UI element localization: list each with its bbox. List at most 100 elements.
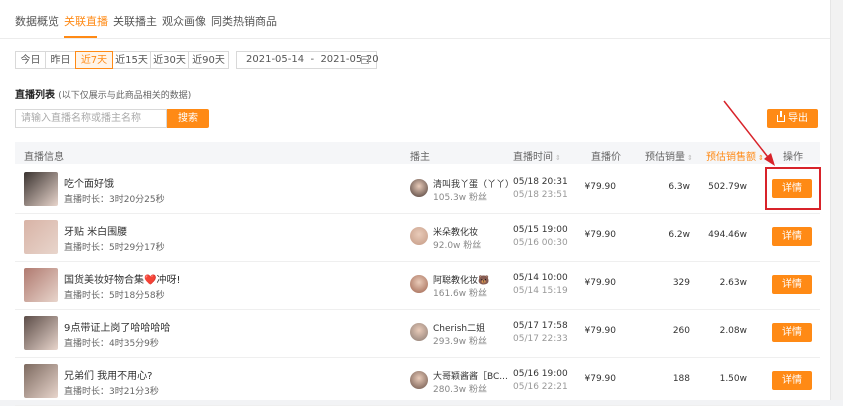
header-gmv[interactable]: 预估销售额 ⇕ [706,148,764,163]
anchor-name[interactable]: 清叫我丫蛋（丫丫） [433,177,514,190]
table-row[interactable]: 牙贴 米白围腰 直播时长：5时29分17秒 米朵教化妆 92.0w 粉丝 05/15 1… [15,213,820,262]
live-start-time: 05/14 10:00 [513,273,568,283]
tab-related-anchors[interactable]: 关联播主 [113,13,157,29]
date-yesterday-button[interactable]: 昨日 [45,51,76,69]
active-tab-indicator [64,36,97,38]
table-row[interactable]: 兄弟们 我用不用心? 直播时长：3时21分3秒 大哥颖酱酱［BC... 280.3w … [15,357,820,406]
sort-desc-icon: ⇕ [758,154,764,162]
live-title[interactable]: 兄弟们 我用不用心? [64,367,153,382]
live-duration: 直播时长：4时35分9秒 [64,339,159,349]
anchor-name[interactable]: 大哥颖酱酱［BC... [433,369,508,382]
header-price: 直播价 [591,152,621,163]
tab-audience[interactable]: 观众画像 [162,13,206,29]
header-gmv-label: 预估销售额 [706,152,756,163]
anchor-avatar[interactable] [410,371,428,389]
anchor-fans: 105.3w 粉丝 [433,193,487,203]
detail-button[interactable]: 详情 [772,323,812,342]
header-sales[interactable]: 预估销量 ⇕ [645,148,693,163]
detail-button[interactable]: 详情 [772,275,812,294]
estimated-sales: 6.3w [668,182,690,192]
live-thumbnail[interactable] [24,364,58,398]
anchor-avatar[interactable] [410,323,428,341]
live-start-time: 05/17 17:58 [513,321,568,331]
live-price: ¥79.90 [584,182,617,192]
estimated-gmv: 1.50w [719,374,747,384]
sort-icon: ⇕ [687,154,693,162]
live-price: ¥79.90 [584,230,617,240]
header-live-time[interactable]: 直播时间 ⇕ [513,148,561,163]
header-anchor: 播主 [410,152,430,163]
tab-similar-products[interactable]: 同类热销商品 [211,13,277,29]
anchor-fans: 293.9w 粉丝 [433,337,487,347]
section-title: 直播列表 (以下仅展示与此商品相关的数据) [15,86,191,101]
header-live-time-label: 直播时间 [513,152,553,163]
live-start-time: 05/16 19:00 [513,369,568,379]
anchor-name[interactable]: 米朵教化妆 [433,225,478,238]
live-price: ¥79.90 [584,374,617,384]
live-title[interactable]: 牙贴 米白围腰 [64,223,127,238]
export-label: 导出 [788,113,808,124]
estimated-sales: 6.2w [668,230,690,240]
section-note: (以下仅展示与此商品相关的数据) [58,91,192,101]
date-7days-button[interactable]: 近7天 [75,51,113,69]
estimated-sales: 260 [672,326,690,336]
live-title[interactable]: 国货美妆好物合集❤️冲呀! [64,271,180,286]
export-button[interactable]: 导出 [767,109,818,128]
date-15days-button[interactable]: 近15天 [112,51,151,69]
table-header: 直播信息 播主 直播时间 ⇕ 直播价 预估销量 ⇕ 预估销售额 ⇕ 操作 [15,142,820,164]
anchor-fans: 280.3w 粉丝 [433,385,487,395]
live-duration: 直播时长：5时29分17秒 [64,243,165,253]
date-90days-button[interactable]: 近90天 [188,51,229,69]
date-range-picker[interactable]: 2021-05-14 - 2021-05-20 [236,51,379,69]
live-title[interactable]: 9点带证上岗了哈哈哈哈 [64,319,170,334]
live-start-time: 05/18 20:31 [513,177,568,187]
estimated-sales: 188 [672,374,690,384]
detail-button[interactable]: 详情 [772,371,812,390]
search-input[interactable] [15,109,167,128]
live-end-time: 05/17 22:33 [513,334,568,344]
calendar-icon[interactable] [361,56,369,64]
estimated-gmv: 494.46w [708,230,747,240]
live-thumbnail[interactable] [24,220,58,254]
live-price: ¥79.90 [584,326,617,336]
live-thumbnail[interactable] [24,316,58,350]
table-row[interactable]: 9点带证上岗了哈哈哈哈直播时长：4时35分9秒 Cherish二姐 293.9w 粉… [15,309,820,358]
scrollbar[interactable] [830,0,843,400]
sort-icon: ⇕ [555,154,561,162]
live-duration: 直播时长：3时21分3秒 [64,387,159,397]
anchor-name[interactable]: 阿聪教化妆🐻 [433,273,489,286]
tab-bar: 数据概览 关联直播 关联播主 观众画像 同类热销商品 [0,0,830,39]
live-price: ¥79.90 [584,278,617,288]
detail-button[interactable]: 详情 [772,227,812,246]
anchor-avatar[interactable] [410,275,428,293]
header-action: 操作 [783,152,803,163]
estimated-gmv: 2.08w [719,326,747,336]
date-today-button[interactable]: 今日 [15,51,46,69]
estimated-gmv: 2.63w [719,278,747,288]
anchor-avatar[interactable] [410,179,428,197]
estimated-sales: 329 [672,278,690,288]
live-end-time: 05/18 23:51 [513,190,568,200]
live-thumbnail[interactable] [24,268,58,302]
live-end-time: 05/14 15:19 [513,286,568,296]
tab-related-live[interactable]: 关联直播 [64,13,108,29]
anchor-fans: 92.0w 粉丝 [433,241,482,251]
live-duration: 直播时长：5时18分58秒 [64,291,165,301]
table-row[interactable]: 国货美妆好物合集❤️冲呀! 直播时长：5时18分58秒 阿聪教化妆🐻 161.6w 粉… [15,261,820,310]
date-range-text: 2021-05-14 - 2021-05-20 [246,54,379,65]
live-title[interactable]: 吃个面好饿 [64,175,114,190]
estimated-gmv: 502.79w [708,182,747,192]
live-end-time: 05/16 22:21 [513,382,568,392]
date-30days-button[interactable]: 近30天 [150,51,189,69]
page: 数据概览 关联直播 关联播主 观众画像 同类热销商品 今日 昨日 近7天 近15… [0,0,830,406]
anchor-fans: 161.6w 粉丝 [433,289,487,299]
anchor-name[interactable]: Cherish二姐 [433,321,485,334]
export-icon [777,111,785,122]
live-thumbnail[interactable] [24,172,58,206]
detail-button[interactable]: 详情 [772,179,812,198]
table-row[interactable]: 吃个面好饿 直播时长：3时20分25秒 清叫我丫蛋（丫丫） 105.3w 粉丝 05/1… [15,165,820,214]
search-button[interactable]: 搜索 [167,109,209,128]
tab-overview[interactable]: 数据概览 [15,13,59,29]
anchor-avatar[interactable] [410,227,428,245]
live-end-time: 05/16 00:30 [513,238,568,248]
